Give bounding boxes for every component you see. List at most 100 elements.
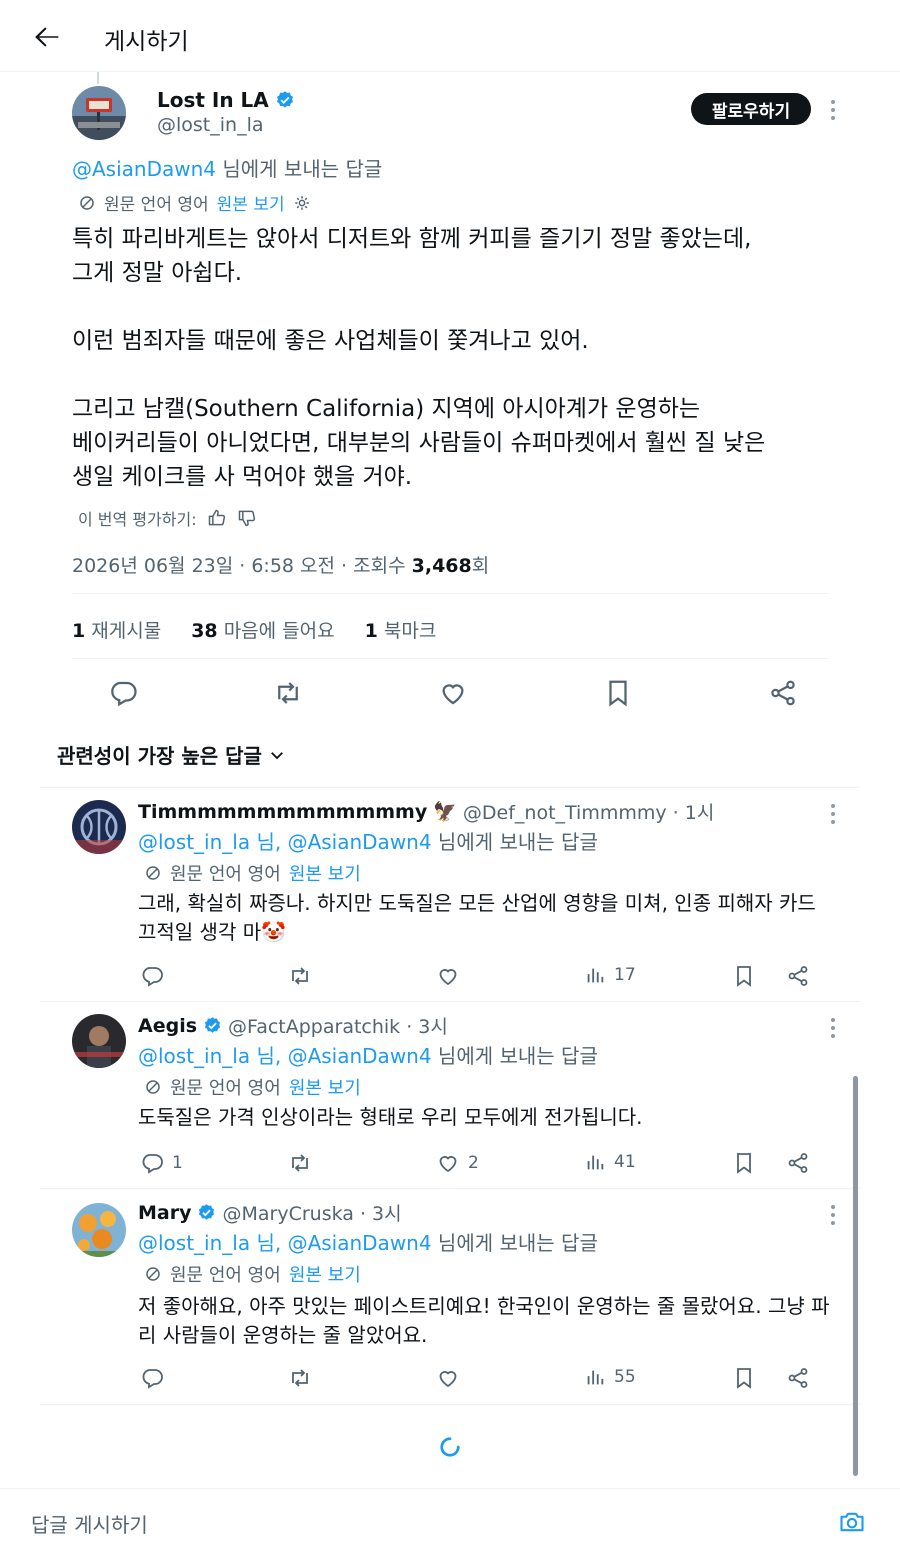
reply-author-name[interactable]: Timmmmmmmmmmmmmy [138, 801, 427, 823]
author-name-text: Lost In LA [157, 88, 269, 112]
reply-meta: @MaryCruska · 3시 [222, 1203, 402, 1225]
reply-author-name[interactable]: Aegis [138, 1015, 197, 1037]
view-original-link[interactable]: 원본 보기 [289, 1261, 361, 1287]
views-action[interactable]: 41 [584, 1151, 636, 1173]
avatar[interactable] [72, 800, 126, 854]
reply-icon [142, 1369, 163, 1389]
views-action[interactable]: 55 [584, 1366, 636, 1388]
reply-context-suffix: 님에게 보내는 답글 [431, 1231, 598, 1255]
reply-action[interactable] [140, 1366, 172, 1390]
repost-action[interactable] [288, 1151, 320, 1175]
mention-link[interactable]: @lost_in_la 님, @AsianDawn4 [138, 830, 432, 854]
bookmark-action[interactable] [732, 1366, 756, 1390]
more-icon[interactable] [830, 1205, 836, 1225]
reply-context-suffix: 님에게 보내는 답글 [431, 830, 598, 854]
reply-actions: 17 [140, 964, 820, 992]
translate-icon [146, 866, 160, 880]
reply-meta: @Def_not_Timmmmy · 1시 [462, 802, 715, 824]
reply-item[interactable]: Timmmmmmmmmmmmmy 🦅 @Def_not_Timmmmy · 1시… [40, 788, 860, 1002]
share-icon[interactable] [768, 678, 798, 708]
more-icon[interactable] [830, 1018, 836, 1038]
views-icon [587, 1370, 604, 1385]
like-icon[interactable] [438, 678, 468, 708]
repost-icon [292, 1154, 308, 1172]
reply-context: @AsianDawn4 님에게 보내는 답글 [72, 153, 382, 182]
mention-link[interactable]: @AsianDawn4 [72, 157, 216, 181]
reply-context-suffix: 님에게 보내는 답글 [431, 1044, 598, 1068]
mention-link[interactable]: @lost_in_la 님, @AsianDawn4 [138, 1231, 432, 1255]
share-icon [788, 966, 808, 986]
scrollbar[interactable] [853, 1076, 858, 1476]
views-count: 41 [614, 1152, 636, 1172]
translation-bar: 원문 언어 영어 원본 보기 [78, 190, 311, 215]
repost-icon [292, 1369, 308, 1387]
reply-icon [142, 967, 163, 987]
likes-label: 마음에 들어요 [217, 620, 335, 642]
like-action[interactable] [436, 964, 468, 988]
mention-link[interactable]: @lost_in_la 님, @AsianDawn4 [138, 1044, 432, 1068]
share-action[interactable] [786, 964, 810, 988]
repost-icon [292, 967, 308, 985]
repost-action[interactable] [288, 964, 320, 988]
reposts-label: 재게시물 [85, 620, 162, 642]
like-action[interactable] [436, 1366, 468, 1390]
reply-count: 1 [172, 1153, 183, 1173]
reply-action[interactable] [140, 964, 172, 988]
reply-header: Aegis @FactApparatchik · 3시 [138, 1012, 448, 1039]
eagle-emoji-icon: 🦅 [433, 801, 457, 823]
bookmark-icon [737, 1153, 751, 1174]
verified-badge-icon [199, 1204, 215, 1220]
bookmark-icon [737, 966, 751, 987]
reply-sort-dropdown[interactable]: 관련성이 가장 높은 답글 [57, 740, 286, 769]
clown-emoji-icon: 🤡 [261, 920, 287, 944]
repost-icon[interactable] [273, 678, 303, 708]
thumbs-up-icon[interactable] [207, 508, 227, 528]
likes-stat[interactable]: 38 마음에 들어요 [191, 616, 334, 643]
reply-input[interactable]: 답글 게시하기 [31, 1509, 148, 1538]
reply-actions: 55 [140, 1366, 820, 1394]
back-button[interactable] [30, 20, 64, 54]
view-original-link[interactable]: 원본 보기 [289, 860, 361, 886]
thumbs-down-icon[interactable] [237, 508, 257, 528]
share-action[interactable] [786, 1366, 810, 1390]
like-action[interactable]: 2 [436, 1151, 479, 1175]
reply-item[interactable]: Mary @MaryCruska · 3시 @lost_in_la 님, @As… [40, 1189, 860, 1405]
reply-icon[interactable] [108, 678, 138, 708]
avatar[interactable] [72, 1014, 126, 1068]
author-handle[interactable]: @lost_in_la [157, 114, 264, 136]
reposts-stat[interactable]: 1 재게시물 [72, 616, 161, 643]
translation-bar: 원문 언어 영어 원본 보기 [144, 860, 361, 886]
gear-icon[interactable] [293, 194, 311, 212]
share-icon [788, 1368, 808, 1388]
tweet-body: 특히 파리바게트는 앉아서 디저트와 함께 커피를 즐기기 정말 좋았는데, 그… [72, 226, 766, 490]
views-count: 17 [614, 965, 636, 985]
follow-button[interactable]: 팔로우하기 [691, 93, 811, 125]
reply-meta: @FactApparatchik · 3시 [228, 1016, 448, 1038]
reply-item[interactable]: Aegis @FactApparatchik · 3시 @lost_in_la … [40, 1002, 860, 1189]
views-icon [587, 968, 604, 983]
view-original-link[interactable]: 원본 보기 [289, 1074, 361, 1100]
view-original-link[interactable]: 원본 보기 [217, 190, 285, 215]
avatar[interactable] [72, 1203, 126, 1257]
bookmarks-count: 1 [364, 620, 378, 642]
bookmark-icon[interactable] [603, 678, 633, 708]
more-icon[interactable] [830, 804, 836, 824]
camera-button[interactable] [838, 1508, 866, 1536]
bookmark-action[interactable] [732, 964, 756, 988]
tweet-timestamp: 2026년 06월 23일 · 6:58 오전 · 조회수 3,468회 [72, 551, 489, 578]
author-name[interactable]: Lost In LA [157, 88, 295, 112]
more-icon[interactable] [830, 100, 836, 120]
reply-context: @lost_in_la 님, @AsianDawn4 님에게 보내는 답글 [138, 1040, 598, 1069]
bookmarks-stat[interactable]: 1 북마크 [365, 616, 437, 643]
translate-icon [80, 195, 94, 210]
share-action[interactable] [786, 1151, 810, 1175]
reply-action[interactable]: 1 [140, 1151, 183, 1175]
divider [72, 658, 829, 659]
repost-action[interactable] [288, 1366, 320, 1390]
camera-icon [840, 1512, 864, 1532]
bookmark-action[interactable] [732, 1151, 756, 1175]
views-action[interactable]: 17 [584, 964, 636, 986]
avatar[interactable] [72, 86, 126, 140]
reply-author-name[interactable]: Mary [138, 1202, 191, 1224]
translate-label: 원문 언어 영어 [170, 1078, 281, 1099]
